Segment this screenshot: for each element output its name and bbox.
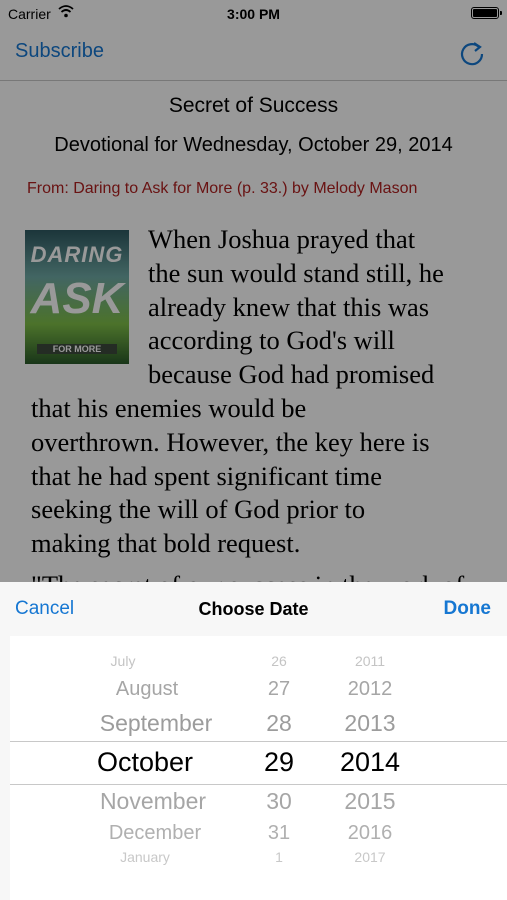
year-option[interactable]: 2017 bbox=[330, 849, 410, 879]
done-button[interactable]: Done bbox=[444, 598, 492, 620]
year-option[interactable]: 2012 bbox=[330, 678, 410, 708]
month-option[interactable]: August bbox=[10, 678, 284, 708]
day-option-selected[interactable]: 29 bbox=[259, 747, 299, 777]
year-option[interactable]: 2013 bbox=[330, 710, 410, 740]
year-option[interactable]: 2015 bbox=[330, 788, 410, 818]
month-option[interactable]: November bbox=[10, 788, 296, 818]
day-option[interactable]: 27 bbox=[259, 678, 299, 708]
selection-indicator-top bbox=[10, 741, 507, 742]
day-option[interactable]: 28 bbox=[259, 710, 299, 740]
date-picker-wheel[interactable]: July August September October November D… bbox=[10, 636, 507, 900]
year-option-selected[interactable]: 2014 bbox=[330, 747, 410, 777]
picker-title: Choose Date bbox=[198, 599, 309, 619]
month-option-selected[interactable]: October bbox=[10, 747, 280, 777]
picker-toolbar: Cancel Choose Date Done bbox=[0, 582, 507, 636]
month-option[interactable]: December bbox=[10, 822, 300, 852]
selection-indicator-bottom bbox=[10, 784, 507, 785]
day-option[interactable]: 1 bbox=[259, 849, 299, 879]
month-option[interactable]: January bbox=[10, 849, 280, 879]
day-option[interactable]: 31 bbox=[259, 822, 299, 852]
day-option[interactable]: 30 bbox=[259, 788, 299, 818]
date-picker-sheet: Cancel Choose Date Done July August Sept… bbox=[0, 582, 507, 900]
year-option[interactable]: 2016 bbox=[330, 822, 410, 852]
dim-overlay[interactable] bbox=[0, 0, 507, 582]
